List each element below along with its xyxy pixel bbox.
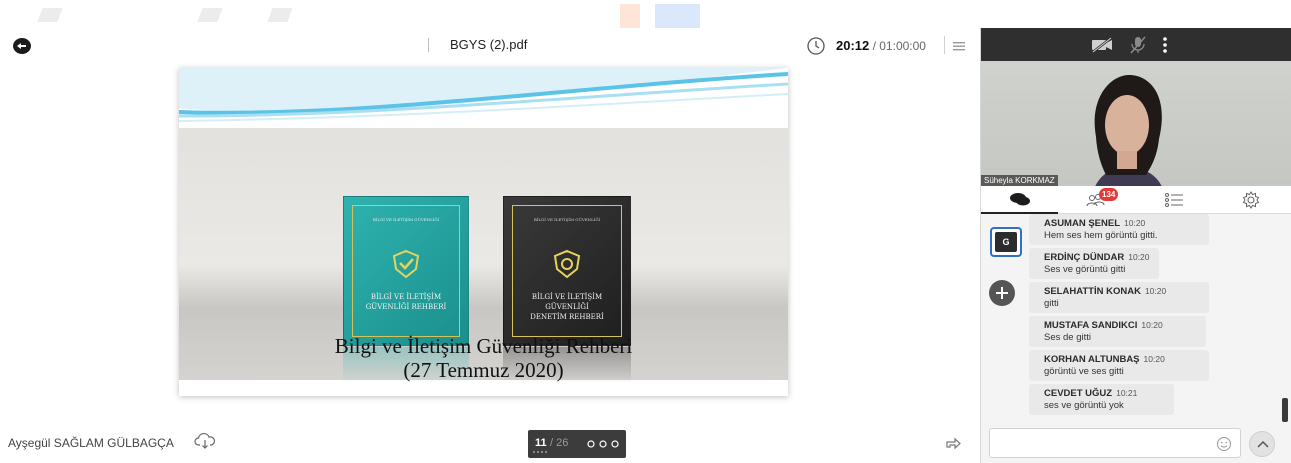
emoji-icon[interactable] bbox=[1216, 436, 1232, 452]
participant-silhouette bbox=[1094, 75, 1162, 186]
side-panel: Süheyla KORKMAZ 134 G ASUMAN ŞENEL 10:20… bbox=[980, 28, 1291, 463]
shield-audit-icon bbox=[553, 249, 581, 279]
message-author: SELAHATTİN KONAK bbox=[1044, 286, 1141, 297]
total-time: / 01:00:00 bbox=[872, 39, 926, 53]
header-divider bbox=[944, 36, 945, 54]
book-title-line: GÜVENLİĞİ REHBERİ bbox=[365, 303, 447, 311]
chat-scrollbar[interactable] bbox=[1282, 398, 1288, 422]
cloud-download-icon[interactable] bbox=[194, 432, 216, 450]
presenter-name: Ayşegül SAĞLAM GÜLBAGÇA bbox=[8, 436, 174, 450]
decor-shape bbox=[620, 4, 640, 28]
camera-off-icon[interactable] bbox=[1091, 37, 1113, 53]
message-time: 10:20 bbox=[1143, 354, 1165, 364]
viewer-header: BGYS (2).pdf 20:12 / 01:00:00 bbox=[0, 28, 980, 62]
book-title-line: BİLGİ VE İLETİŞİM bbox=[370, 293, 442, 301]
chat-side-actions: G bbox=[981, 214, 1029, 424]
slide-title: Bilgi ve İletişim Güvenliği Rehberi (27 … bbox=[179, 334, 788, 382]
chat-message: MUSTAFA SANDIKCI 10:20 Ses de gitti bbox=[1029, 316, 1206, 347]
message-author: KORHAN ALTUNBAŞ bbox=[1044, 354, 1140, 365]
decor-shape bbox=[197, 8, 223, 22]
message-author: ERDİNÇ DÜNDAR bbox=[1044, 252, 1125, 263]
message-text: ses ve görüntü yok bbox=[1044, 400, 1124, 411]
tab-settings[interactable] bbox=[1212, 186, 1289, 214]
message-text: Ses ve görüntü gitti bbox=[1044, 264, 1126, 275]
chat-input[interactable] bbox=[989, 428, 1241, 458]
session-timer: 20:12 / 01:00:00 bbox=[836, 38, 926, 53]
book-header: BİLGİ VE İLETİŞİM GÜVENLİĞİ bbox=[372, 217, 440, 222]
presentation-app: BGYS (2).pdf 20:12 / 01:00:00 BİLGİ VE İ… bbox=[0, 0, 1291, 463]
plus-icon bbox=[996, 287, 1008, 299]
message-time: 10:20 bbox=[1144, 286, 1167, 296]
shield-check-icon bbox=[392, 249, 420, 279]
decor-shape bbox=[655, 4, 700, 28]
group-chat-button[interactable]: G bbox=[990, 227, 1022, 257]
chat-message: ASUMAN ŞENEL 10:20 Hem ses hem görüntü gi… bbox=[1029, 214, 1209, 245]
message-time: 10:21 bbox=[1116, 388, 1138, 398]
message-author: CEVDET UĞUZ bbox=[1044, 388, 1113, 399]
presentation-slide: BİLGİ VE İLETİŞİM GÜVENLİĞİ BİLGİ VE İLE… bbox=[179, 68, 788, 396]
share-icon[interactable] bbox=[944, 433, 964, 451]
decor-shape bbox=[37, 8, 63, 22]
chat-message: KORHAN ALTUNBAŞ 10:20 görüntü ve ses gitt… bbox=[1029, 350, 1209, 381]
participant-name-label: Süheyla KORKMAZ bbox=[981, 175, 1058, 186]
more-options-icon[interactable] bbox=[1161, 36, 1169, 54]
chat-messages[interactable]: ASUMAN ŞENEL 10:20 Hem ses hem görüntü gi… bbox=[1029, 214, 1284, 424]
decor-shape bbox=[267, 8, 293, 22]
message-text: Hem ses hem görüntü gitti. bbox=[1044, 230, 1158, 241]
book-title-line: BİLGİ VE İLETİŞİM bbox=[531, 293, 603, 301]
slide-title-line: Bilgi ve İletişim Güvenliği Rehberi bbox=[334, 334, 633, 358]
message-text: gitti bbox=[1044, 298, 1059, 309]
chat-icon bbox=[1009, 193, 1030, 206]
slide-title-line: (27 Temmuz 2020) bbox=[403, 358, 564, 382]
message-time: 10:20 bbox=[1141, 320, 1163, 330]
book-cover-2: BİLGİ VE İLETİŞİM GÜVENLİĞİ BİLGİ VE İLE… bbox=[503, 196, 631, 346]
group-chat-label: G bbox=[995, 232, 1017, 252]
clock-icon bbox=[806, 36, 826, 56]
page-navigator[interactable]: 11 / 26 bbox=[528, 430, 626, 458]
panel-tabs: 134 bbox=[981, 186, 1291, 214]
book-title-line: DENETİM REHBERİ bbox=[530, 313, 604, 321]
chat-message: CEVDET UĞUZ 10:21 ses ve görüntü yok bbox=[1029, 384, 1174, 415]
gear-icon bbox=[1242, 191, 1259, 209]
page-indicator-dots bbox=[533, 451, 547, 453]
chevron-up-icon bbox=[1257, 440, 1269, 448]
microphone-off-icon[interactable] bbox=[1129, 35, 1147, 55]
book-cover-1: BİLGİ VE İLETİŞİM GÜVENLİĞİ BİLGİ VE İLE… bbox=[343, 196, 469, 346]
current-page: 11 bbox=[535, 437, 547, 449]
document-title: BGYS (2).pdf bbox=[450, 37, 528, 52]
chat-message: SELAHATTİN KONAK 10:20 gitti bbox=[1029, 282, 1209, 313]
slide-header-wave bbox=[179, 68, 788, 128]
list-icon bbox=[1164, 193, 1183, 207]
chat-message: ERDİNÇ DÜNDAR 10:20 Ses ve görüntü gitti bbox=[1029, 248, 1159, 279]
tab-participants[interactable]: 134 bbox=[1058, 186, 1135, 214]
total-pages: / 26 bbox=[550, 437, 569, 449]
message-author: MUSTAFA SANDIKCI bbox=[1044, 320, 1138, 331]
message-time: 10:20 bbox=[1128, 252, 1150, 262]
header-divider bbox=[428, 38, 429, 52]
more-pages-icon[interactable] bbox=[586, 440, 622, 448]
participants-count-badge: 134 bbox=[1099, 188, 1119, 201]
elapsed-time: 20:12 bbox=[836, 38, 870, 53]
message-text: Ses de gitti bbox=[1044, 332, 1091, 343]
message-time: 10:20 bbox=[1124, 218, 1146, 228]
message-text: görüntü ve ses gitti bbox=[1044, 366, 1124, 377]
menu-icon[interactable] bbox=[952, 38, 966, 52]
participant-video: Süheyla KORKMAZ bbox=[981, 61, 1291, 186]
top-strip bbox=[0, 0, 980, 28]
exit-presentation-icon[interactable] bbox=[12, 36, 32, 56]
tab-agenda[interactable] bbox=[1135, 186, 1212, 214]
book-title-line: GÜVENLİĞİ bbox=[545, 303, 589, 311]
add-chat-button[interactable] bbox=[989, 280, 1015, 306]
send-button[interactable] bbox=[1249, 431, 1275, 457]
book-header: BİLGİ VE İLETİŞİM GÜVENLİĞİ bbox=[533, 217, 601, 222]
message-author: ASUMAN ŞENEL bbox=[1044, 218, 1121, 229]
tab-chat[interactable] bbox=[981, 186, 1058, 214]
video-controls-bar bbox=[981, 28, 1291, 61]
